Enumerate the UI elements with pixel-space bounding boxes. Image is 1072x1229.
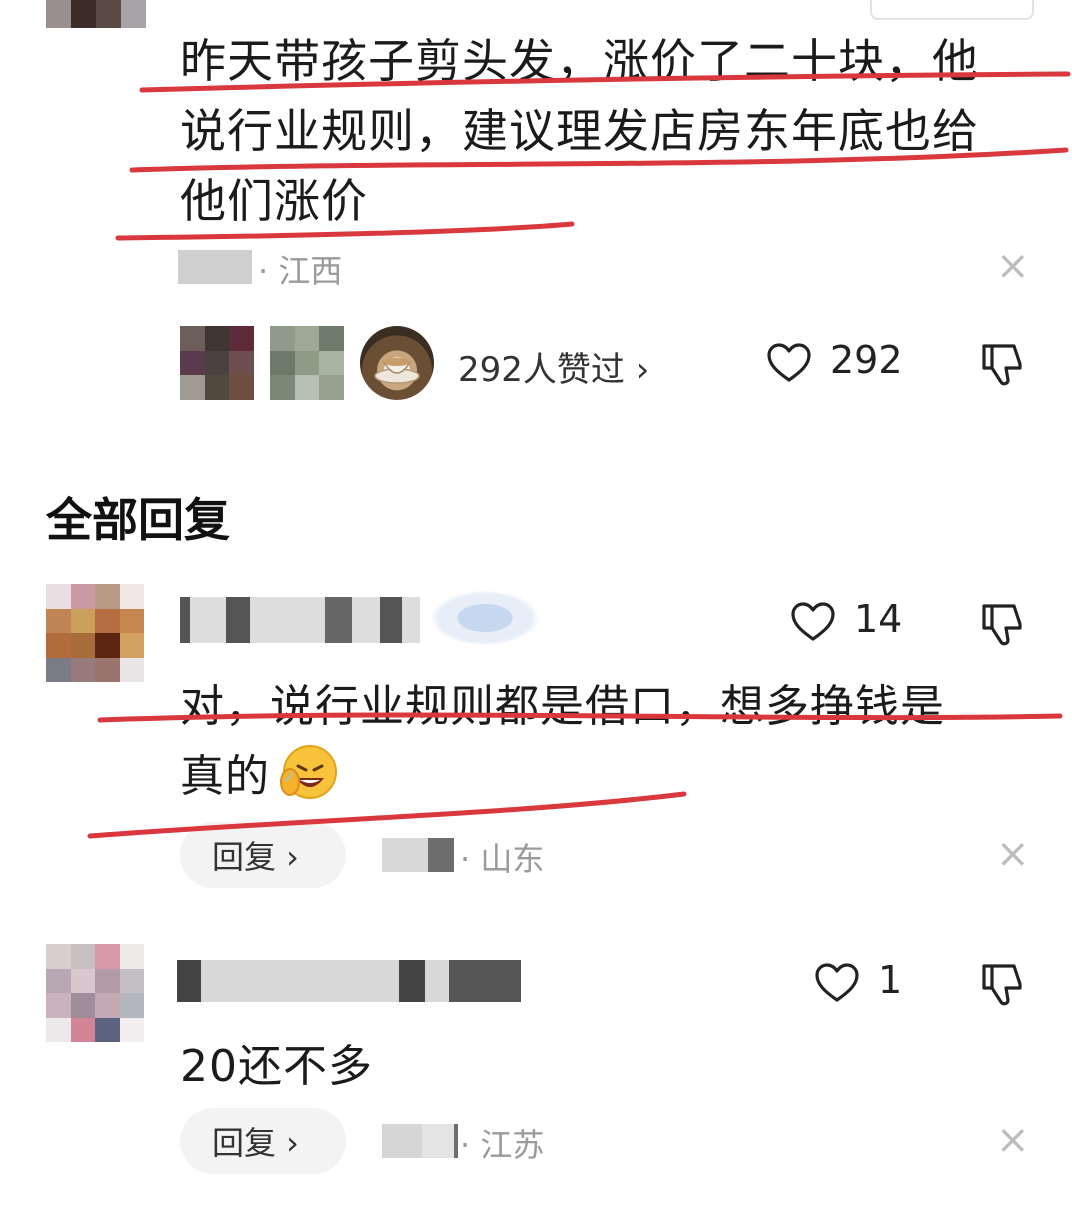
top-comment-like-count: 292 bbox=[830, 338, 903, 382]
liker-avatar-3[interactable] bbox=[360, 326, 434, 400]
reply-1-like-count: 14 bbox=[854, 597, 903, 641]
top-comment-line-1: 昨天带孩子剪头发，涨价了二十块，他 bbox=[180, 34, 979, 88]
top-comment-line-3: 他们涨价 bbox=[180, 174, 368, 228]
reply-2-location: · 江苏 bbox=[460, 1126, 545, 1164]
top-comment-author-blurred bbox=[178, 250, 252, 284]
reply-1-badge-blurred bbox=[430, 590, 540, 646]
reply-1-text-line-2: 真的 bbox=[180, 740, 340, 804]
reply-2-author-meta-blurred bbox=[382, 1124, 458, 1158]
reply-1-avatar[interactable] bbox=[46, 584, 144, 682]
thumbs-down-icon[interactable] bbox=[978, 600, 1026, 648]
laughing-crying-emoji bbox=[280, 745, 337, 799]
top-avatar-partial[interactable] bbox=[46, 0, 146, 28]
reply-1-author-blurred bbox=[180, 597, 420, 643]
reply-1-author-meta-blurred bbox=[382, 838, 454, 872]
reply-2-like-count: 1 bbox=[878, 958, 903, 1002]
liker-avatar-1[interactable] bbox=[180, 326, 254, 400]
liker-avatar-2[interactable] bbox=[270, 326, 344, 400]
heart-outline-icon[interactable] bbox=[814, 962, 860, 1004]
top-comment-line-2: 说行业规则，建议理发店房东年底也给 bbox=[180, 104, 979, 158]
reply-2-text: 20还不多 bbox=[180, 1041, 373, 1092]
close-icon[interactable]: × bbox=[996, 246, 1030, 286]
thumbs-down-icon[interactable] bbox=[978, 340, 1026, 388]
top-follow-button-partial[interactable] bbox=[870, 0, 1034, 20]
close-icon[interactable]: × bbox=[996, 834, 1030, 874]
heart-outline-icon[interactable] bbox=[790, 601, 836, 643]
close-icon[interactable]: × bbox=[996, 1120, 1030, 1160]
reply-1-location: · 山东 bbox=[460, 840, 545, 878]
reply-2-avatar[interactable] bbox=[46, 944, 144, 1042]
section-title: 全部回复 bbox=[46, 493, 230, 547]
reply-2-author-blurred bbox=[177, 960, 521, 1002]
top-comment-text: 昨天带孩子剪头发，涨价了二十块，他 说行业规则，建议理发店房东年底也给 他们涨价 bbox=[180, 26, 1010, 236]
likers-summary-link[interactable]: 292人赞过 › bbox=[458, 342, 649, 391]
thumbs-down-icon[interactable] bbox=[978, 960, 1026, 1008]
reply-2-reply-button[interactable]: 回复 › bbox=[180, 1108, 346, 1174]
top-comment-location: · 江西 bbox=[258, 252, 343, 290]
reply-1-text-line-1: 对，说行业规则都是借口，想多挣钱是 bbox=[180, 681, 945, 732]
reply-1-text-line-2-label: 真的 bbox=[180, 751, 270, 802]
teacup-image bbox=[374, 358, 420, 384]
heart-outline-icon[interactable] bbox=[766, 342, 812, 384]
reply-1-reply-button[interactable]: 回复 › bbox=[180, 822, 346, 888]
